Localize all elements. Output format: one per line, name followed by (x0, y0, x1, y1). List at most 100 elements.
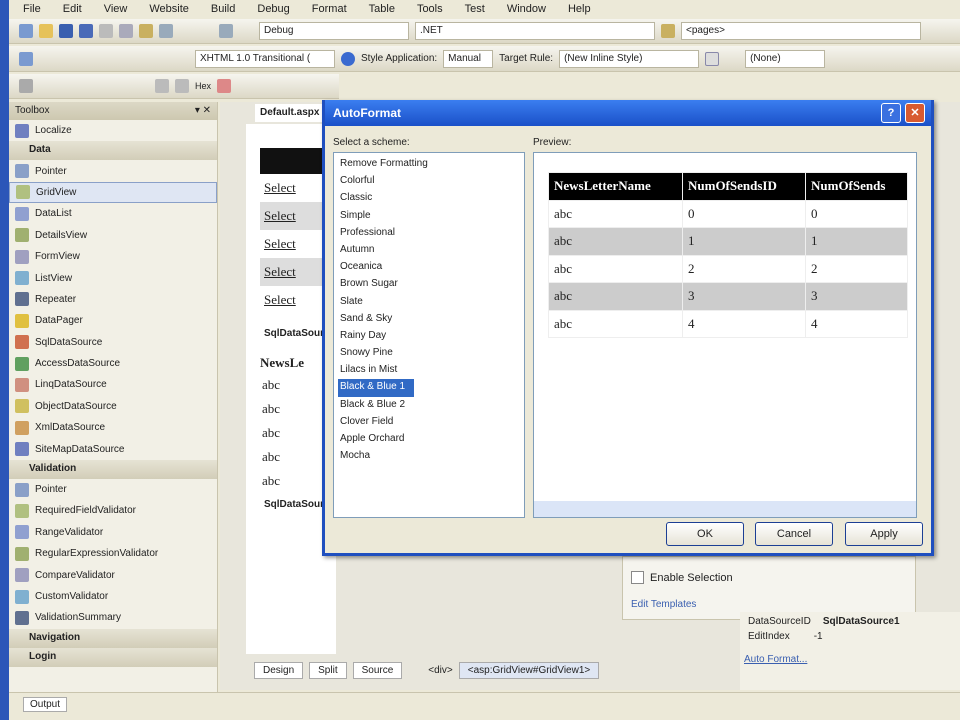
toolbox-item[interactable]: RequiredFieldValidator (9, 500, 217, 521)
scheme-item[interactable]: Autumn (338, 242, 520, 259)
preview-header-cell: NewsLetterName (548, 172, 683, 201)
scheme-item[interactable]: Professional (338, 225, 520, 242)
toolbox-item[interactable]: AccessDataSource (9, 353, 217, 374)
scheme-item[interactable]: Classic (338, 190, 520, 207)
toolbox-item[interactable]: SqlDataSource (9, 332, 217, 353)
layer-icon[interactable] (175, 79, 189, 93)
scheme-item[interactable]: Snowy Pine (338, 345, 520, 362)
menu-table[interactable]: Table (369, 3, 395, 16)
toolbox-item[interactable]: SiteMapDataSource (9, 438, 217, 459)
menu-window[interactable]: Window (507, 3, 546, 16)
menu-edit[interactable]: Edit (63, 3, 82, 16)
toolbox-item[interactable]: CompareValidator (9, 564, 217, 585)
open-icon[interactable] (39, 24, 53, 38)
style-application-select[interactable]: Manual (443, 49, 494, 68)
scheme-item[interactable]: Clover Field (338, 414, 520, 431)
menu-view[interactable]: View (104, 3, 128, 16)
paste-icon[interactable] (139, 24, 153, 38)
toolbox-item[interactable]: RangeValidator (9, 522, 217, 543)
toolbox-item[interactable]: RegularExpressionValidator (9, 543, 217, 564)
property-value[interactable]: SqlDataSource1 (823, 616, 900, 627)
scheme-item[interactable]: Simple (338, 208, 520, 225)
apply-button[interactable]: Apply (845, 522, 923, 546)
copy-icon[interactable] (119, 24, 133, 38)
breadcrumb-gridview[interactable]: <asp:GridView#GridView1> (458, 661, 600, 679)
menu-file[interactable]: File (23, 3, 41, 16)
scheme-item[interactable]: Remove Formatting (338, 156, 520, 173)
save-all-icon[interactable] (79, 24, 93, 38)
toolbox-item[interactable]: CustomValidator (9, 586, 217, 607)
toolbox-category[interactable]: Navigation (9, 628, 217, 648)
color-icon[interactable] (217, 79, 232, 93)
toolbox-item[interactable]: ValidationSummary (9, 607, 217, 628)
toolbox-item[interactable]: LinqDataSource (9, 374, 217, 395)
toolbox-item[interactable]: Repeater (9, 289, 217, 310)
toolbox-item[interactable]: GridView (9, 181, 217, 204)
cancel-button[interactable]: Cancel (755, 522, 833, 546)
toolbox-category[interactable]: Data (9, 141, 217, 161)
scheme-item[interactable]: Apple Orchard (338, 431, 520, 448)
help-button[interactable]: ? (881, 103, 901, 123)
cut-icon[interactable] (99, 24, 113, 38)
horizontal-scrollbar[interactable] (534, 501, 916, 517)
tab-source[interactable]: Source (352, 661, 403, 679)
scheme-list[interactable]: Remove Formatting Colorful Classic Simple Pr… (333, 152, 525, 518)
scheme-item[interactable]: Black & Blue 2 (338, 397, 520, 414)
close-button[interactable]: ✕ (905, 103, 925, 123)
style-icon[interactable] (705, 51, 720, 66)
scheme-item[interactable]: Mocha (338, 448, 520, 465)
menu-help[interactable]: Help (568, 3, 591, 16)
align-icon[interactable] (19, 79, 33, 93)
toolbox-item[interactable]: DetailsView (9, 225, 217, 246)
config-select[interactable]: Debug (259, 22, 409, 40)
auto-format-link[interactable]: Auto Format... (740, 642, 960, 677)
tab-split[interactable]: Split (309, 661, 347, 679)
menu-debug[interactable]: Debug (257, 3, 289, 16)
undo-icon[interactable] (159, 24, 173, 38)
start-debug-icon[interactable] (219, 24, 233, 38)
new-project-icon[interactable] (19, 24, 33, 38)
toolbox-item[interactable]: DataList (9, 203, 217, 224)
ok-button[interactable]: OK (666, 522, 744, 546)
font-select[interactable]: (None) (745, 49, 826, 68)
toolbox-item[interactable]: ListView (9, 267, 217, 288)
toolbox-item[interactable]: ObjectDataSource (9, 396, 217, 417)
menu-website[interactable]: Website (149, 3, 189, 16)
toolbox-item[interactable]: Pointer (9, 479, 217, 500)
scheme-item[interactable]: Oceanica (338, 259, 520, 276)
toolbox-category[interactable]: Validation (9, 459, 217, 479)
doctype-select[interactable]: XHTML 1.0 Transitional ( (195, 49, 335, 68)
target-rule-select[interactable]: (New Inline Style) (559, 49, 700, 68)
menu-build[interactable]: Build (211, 3, 235, 16)
format-icon[interactable] (19, 51, 33, 66)
edit-templates-link[interactable]: Edit Templates (631, 599, 696, 610)
font-size-label[interactable]: Hex (195, 81, 211, 91)
toolbox-category[interactable]: Login (9, 647, 217, 667)
toolbox-item[interactable]: Pointer (9, 160, 217, 181)
close-icon[interactable]: ▾ ✕ (195, 105, 211, 117)
scheme-item[interactable]: Sand & Sky (338, 311, 520, 328)
find-combo[interactable]: <pages> (681, 22, 921, 40)
scheme-item[interactable]: Lilacs in Mist (338, 362, 520, 379)
enable-selection-checkbox[interactable] (631, 571, 644, 584)
scheme-item[interactable]: Black & Blue 1 (338, 379, 414, 397)
menu-test[interactable]: Test (465, 3, 485, 16)
platform-select[interactable]: .NET (415, 22, 655, 40)
toolbox-item[interactable]: DataPager (9, 310, 217, 331)
breadcrumb-div[interactable]: <div> (428, 665, 452, 676)
scheme-item[interactable]: Slate (338, 294, 520, 311)
scheme-item[interactable]: Rainy Day (338, 328, 520, 345)
menu-tools[interactable]: Tools (417, 3, 443, 16)
menu-format[interactable]: Format (312, 3, 347, 16)
table-icon[interactable] (155, 79, 169, 93)
toolbox-item[interactable]: Localize (9, 120, 217, 141)
output-tab[interactable]: Output (23, 697, 68, 712)
toolbox-item[interactable]: XmlDataSource (9, 417, 217, 438)
scheme-item[interactable]: Colorful (338, 173, 520, 190)
tab-design[interactable]: Design (254, 661, 304, 679)
property-value[interactable]: -1 (814, 631, 823, 642)
save-icon[interactable] (59, 24, 73, 38)
validation-icon[interactable] (341, 51, 355, 66)
toolbox-item[interactable]: FormView (9, 246, 217, 267)
scheme-item[interactable]: Brown Sugar (338, 276, 520, 293)
